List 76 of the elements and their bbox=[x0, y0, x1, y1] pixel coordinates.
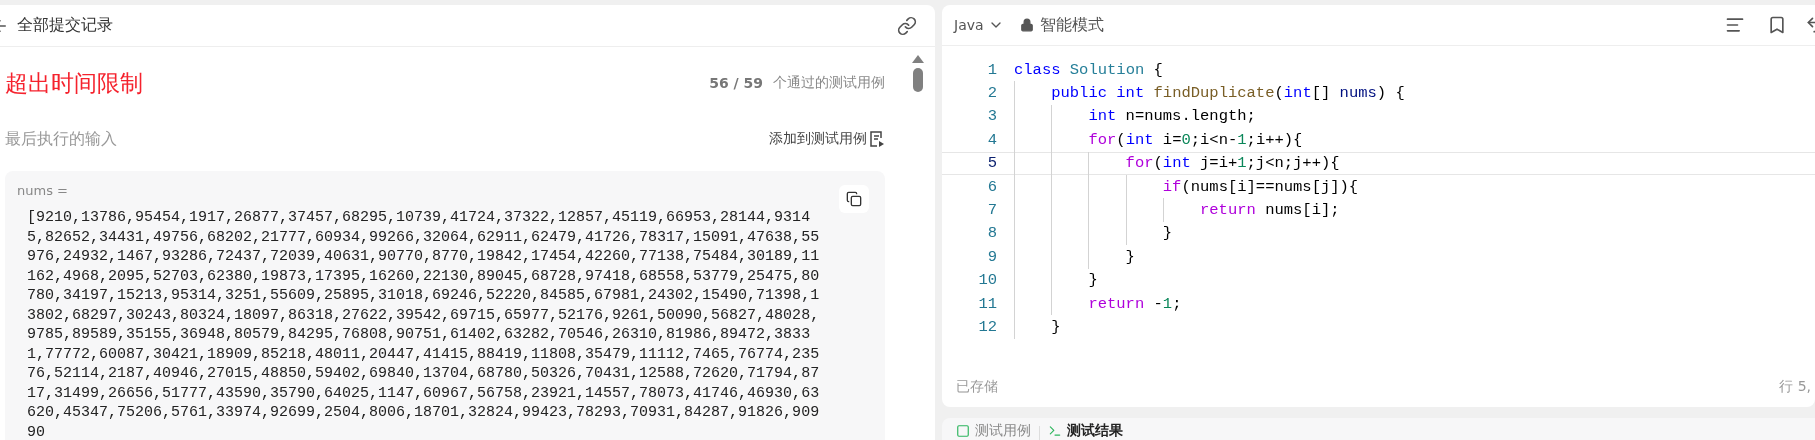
code-token: class bbox=[1014, 60, 1061, 79]
code-token: nums[i]; bbox=[1264, 201, 1340, 220]
language-select[interactable]: Java bbox=[954, 17, 1004, 33]
link-icon[interactable] bbox=[897, 15, 917, 36]
panel-tab[interactable]: 测试结果 bbox=[1048, 422, 1123, 440]
save-status: 已存储 bbox=[956, 378, 998, 396]
code-token: n=nums.length; bbox=[1124, 107, 1256, 126]
line-number: 5 bbox=[986, 154, 998, 173]
bookmark-icon[interactable] bbox=[1767, 15, 1787, 35]
code-token: ;i++){ bbox=[1246, 130, 1303, 149]
scrollbar-thumb[interactable] bbox=[913, 68, 923, 92]
copy-button[interactable] bbox=[839, 185, 869, 213]
code-token: } bbox=[1162, 224, 1173, 243]
checkbox-icon bbox=[956, 424, 970, 438]
terminal-icon bbox=[1048, 424, 1062, 438]
line-number: 11 bbox=[977, 294, 998, 313]
code-token: public bbox=[1051, 84, 1107, 103]
passed-count: 56 / 59 bbox=[709, 75, 763, 91]
code-token: } bbox=[1125, 247, 1135, 266]
code-token: { bbox=[1152, 60, 1163, 79]
format-icon[interactable] bbox=[1725, 15, 1745, 35]
mode-label: 智能模式 bbox=[1039, 14, 1105, 36]
input-value: [9210,13786,95454,1917,26877,37457,68295,10739,41724,37322,12857,45119,66953,28144,93145,82652,34431,49756,68202,21777,60934,99266,32064,62911,62479,41726,78317,15091,47638,55976,24932,1467,93286,72437,72039,40631,90770,8770,19842,17454,42260,77138,75484,30189,11162,4968,2095,52703,62380,19873,17395,16260,22130,89045,68728,97418,68558,53779,25475,80780,34197,15213,95314,3251,55609,25895,31018,69246,52220,84585,67981,24302,15490,71398,13802,68297,30243,80324,18097,86318,27622,39542,69715,65977,52176,9261,50090,56827,48028,9785,89589,35155,36948,80579,84295,76808,90751,61402,63282,70546,26310,81986,89472,38331,77772,60087,30421,18909,85218,48011,20447,41415,88419,11808,35479,11112,7465,76774,23576,52114,2187,40946,27015,48850,59402,69840,13704,68780,50326,70431,12588,72620,71794,8717,31499,26656,51777,43590,35790,64025,1147,60967,56758,23921,14557,78073,41746,46930,63620,45347,75206,5761,33974,92699,2504,8006,18701,32824,99423,78293,70931,84287,91826,90990 bbox=[27, 208, 821, 440]
line-number: 12 bbox=[977, 318, 998, 336]
line-number: 1 bbox=[986, 60, 998, 79]
panel-tab[interactable]: 测试用例 bbox=[956, 422, 1031, 440]
line-number: 8 bbox=[986, 224, 998, 243]
code-token: 1 bbox=[1237, 154, 1247, 173]
code-token: } bbox=[1051, 318, 1061, 336]
line-number: 2 bbox=[986, 84, 998, 103]
code-token: nums bbox=[1339, 84, 1377, 103]
code-token: (nums[i]==nums[j]){ bbox=[1181, 177, 1359, 196]
document-play-icon bbox=[869, 130, 885, 148]
code-token: 0 bbox=[1181, 130, 1191, 149]
code-token: ) { bbox=[1376, 84, 1405, 103]
add-to-testcase-button[interactable]: 添加到测试用例 bbox=[769, 130, 885, 148]
code-token: } bbox=[1088, 271, 1098, 290]
code-token: [] bbox=[1311, 84, 1332, 103]
code-token: Solution bbox=[1068, 60, 1145, 79]
code-token: ;j<n;j++){ bbox=[1246, 154, 1340, 173]
line-number: 4 bbox=[986, 130, 998, 149]
code-token: int bbox=[1162, 154, 1191, 173]
line-number: 3 bbox=[986, 107, 998, 126]
code-token: ( bbox=[1274, 84, 1284, 103]
code-token: j=i+ bbox=[1199, 154, 1238, 173]
code-token: return bbox=[1088, 294, 1145, 313]
code-token: - bbox=[1152, 294, 1163, 313]
copy-icon bbox=[846, 191, 862, 207]
code-token: int bbox=[1088, 107, 1117, 126]
line-number: 9 bbox=[986, 247, 998, 266]
code-token: findDuplicate bbox=[1152, 84, 1275, 103]
code-token: for bbox=[1125, 154, 1154, 173]
code-token: ; bbox=[1172, 294, 1182, 313]
code-token: ( bbox=[1116, 130, 1126, 149]
passed-label: 个通过的测试用例 bbox=[773, 74, 885, 92]
code-token: int bbox=[1115, 84, 1145, 103]
param-name: nums = bbox=[17, 183, 69, 198]
code-token: ;i<n- bbox=[1190, 130, 1238, 149]
panel-title: 全部提交记录 bbox=[17, 15, 114, 36]
code-token: 1 bbox=[1237, 130, 1247, 149]
scroll-up-arrow-icon[interactable] bbox=[912, 55, 924, 63]
code-token: ( bbox=[1153, 154, 1163, 173]
code-token: int bbox=[1125, 130, 1154, 149]
line-number: 7 bbox=[986, 201, 998, 220]
line-number: 10 bbox=[977, 271, 998, 290]
cursor-position: 行 5, bbox=[1779, 378, 1811, 396]
result-status: 超出时间限制 bbox=[5, 68, 143, 98]
code-token: if bbox=[1162, 177, 1182, 196]
section-label: 最后执行的输入 bbox=[5, 128, 117, 150]
code-token: i= bbox=[1161, 130, 1182, 149]
code-token: 1 bbox=[1162, 294, 1173, 313]
code-token: return bbox=[1200, 201, 1256, 220]
code-token: for bbox=[1088, 130, 1117, 149]
line-number: 6 bbox=[986, 177, 998, 196]
code-token: int bbox=[1283, 84, 1312, 103]
lock-icon bbox=[1019, 18, 1034, 32]
